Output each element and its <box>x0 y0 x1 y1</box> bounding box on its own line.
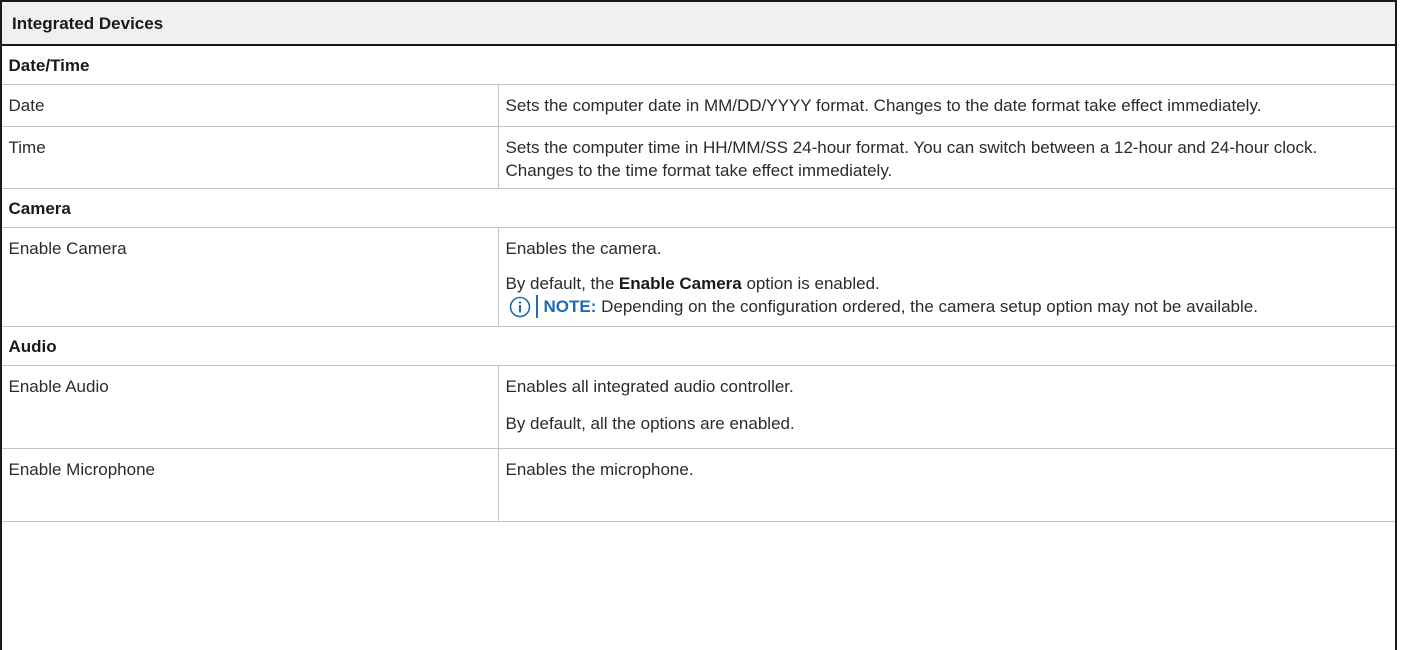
option-label-date: Date <box>0 84 499 127</box>
table-row: Time Sets the computer time in HH/MM/SS … <box>0 126 1397 189</box>
table-outer-border-left <box>0 0 2 650</box>
table-header-row: Integrated Devices <box>0 0 1397 46</box>
info-icon <box>506 295 536 318</box>
section-row-datetime: Date/Time <box>0 44 1397 85</box>
section-row-audio: Audio <box>0 326 1397 366</box>
integrated-devices-table: Integrated Devices Date/Time Date Sets t… <box>0 0 1397 522</box>
section-title-camera: Camera <box>0 188 1397 228</box>
option-label-time: Time <box>0 126 499 189</box>
note-box: NOTE: Depending on the configuration ord… <box>506 295 1389 318</box>
table-row: Enable Microphone Enables the microphone… <box>0 448 1397 522</box>
option-desc-enable-microphone: Enables the microphone. <box>497 448 1397 522</box>
option-label-enable-camera: Enable Camera <box>0 227 499 327</box>
table-row: Enable Camera Enables the camera. By def… <box>0 227 1397 327</box>
option-desc-time: Sets the computer time in HH/MM/SS 24-ho… <box>497 126 1397 189</box>
table-outer-border-right <box>1395 0 1397 650</box>
option-desc-enable-audio: Enables all integrated audio controller.… <box>497 365 1397 449</box>
section-title-datetime: Date/Time <box>0 44 1397 85</box>
note-text: NOTE: Depending on the configuration ord… <box>535 295 1258 318</box>
section-title-audio: Audio <box>0 326 1397 366</box>
table-row: Enable Audio Enables all integrated audi… <box>0 365 1397 449</box>
section-row-camera: Camera <box>0 188 1397 228</box>
table-row: Date Sets the computer date in MM/DD/YYY… <box>0 84 1397 127</box>
option-desc-date: Sets the computer date in MM/DD/YYYY for… <box>497 84 1397 127</box>
option-label-enable-audio: Enable Audio <box>0 365 499 449</box>
option-desc-enable-camera: Enables the camera. By default, the Enab… <box>497 227 1397 327</box>
table-title: Integrated Devices <box>0 0 1397 46</box>
option-label-enable-microphone: Enable Microphone <box>0 448 499 522</box>
default-camera-text: By default, the Enable Camera option is … <box>505 274 880 293</box>
